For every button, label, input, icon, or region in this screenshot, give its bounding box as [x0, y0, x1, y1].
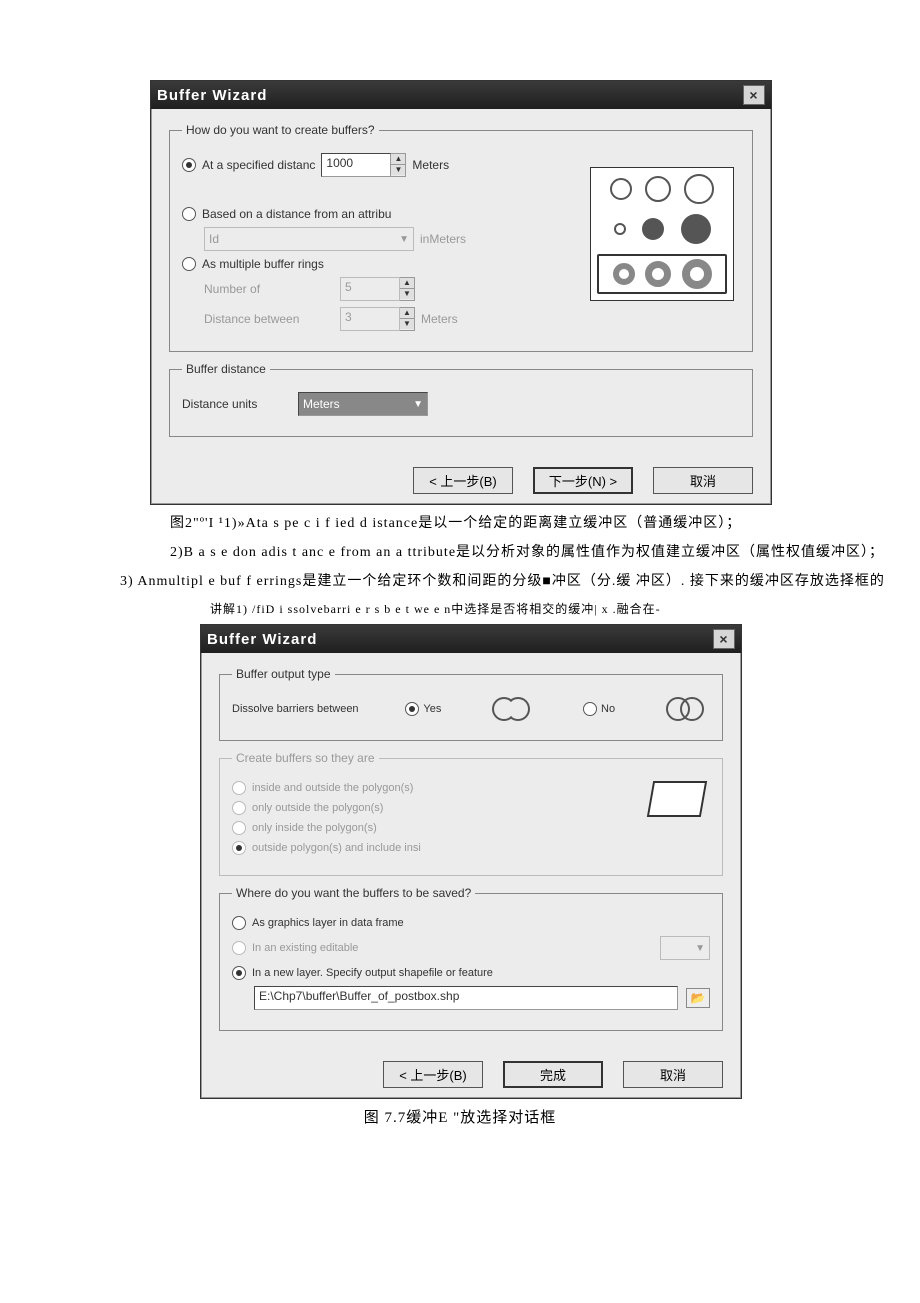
paragraph-3: 3) Anmultipl e buf f errings是建立一个给定环个数和间…	[120, 569, 900, 594]
chevron-down-icon: ▼	[695, 943, 705, 954]
close-icon[interactable]: ×	[743, 85, 765, 105]
cancel-button[interactable]: 取消	[623, 1061, 723, 1088]
existing-layer-select: ▼	[660, 936, 710, 960]
radio-dissolve-no[interactable]	[583, 702, 597, 716]
distance-units-value: Meters	[303, 397, 340, 411]
paragraph-2: 2)B a s e don adis t anc e from an a ttr…	[170, 540, 920, 565]
rings-distance-input: 3	[340, 307, 400, 331]
radio-only-inside	[232, 821, 246, 835]
option-rings-label: As multiple buffer rings	[202, 257, 324, 271]
finish-button[interactable]: 完成	[503, 1061, 603, 1088]
radio-dissolve-yes[interactable]	[405, 702, 419, 716]
attribute-unit: inMeters	[420, 232, 466, 246]
chevron-down-icon: ▼	[399, 234, 409, 245]
titlebar: Buffer Wizard ×	[201, 625, 741, 653]
dissolve-yes-illustration	[488, 697, 536, 720]
dialog-buttons: < 上一步(B) 完成 取消	[201, 1051, 741, 1098]
radio-save-newlayer[interactable]	[232, 966, 246, 980]
rings-number-label: Number of	[204, 282, 334, 296]
distance-unit-label: Meters	[412, 158, 449, 172]
radio-save-graphics[interactable]	[232, 916, 246, 930]
rings-distance-label: Distance between	[204, 312, 334, 326]
opt-inside-outside: inside and outside the polygon(s)	[252, 782, 413, 794]
paragraph-3b: 讲解1) /fiD i ssolvebarri e r s b e t we e…	[210, 599, 920, 621]
buffer-wizard-dialog-step2: Buffer Wizard × How do you want to creat…	[150, 80, 772, 505]
attribute-select: Id ▼	[204, 227, 414, 251]
spinner-buttons: ▲▼	[400, 307, 415, 331]
titlebar: Buffer Wizard ×	[151, 81, 771, 109]
distance-spinner[interactable]: 1000 ▲▼	[321, 153, 406, 177]
back-button[interactable]: < 上一步(B)	[413, 467, 513, 494]
spinner-buttons[interactable]: ▲▼	[391, 153, 406, 177]
create-so-legend: Create buffers so they are	[232, 751, 379, 765]
cancel-button[interactable]: 取消	[653, 467, 753, 494]
radio-attribute[interactable]	[182, 207, 196, 221]
buffer-distance-group: Buffer distance Distance units Meters ▼	[169, 362, 753, 437]
caption-1: 图2"º'I ¹1)»Ata s pe c i f ied d istance是…	[170, 511, 920, 536]
radio-outside-include	[232, 841, 246, 855]
dissolve-no-label: No	[601, 703, 615, 715]
create-so-group: Create buffers so they are inside and ou…	[219, 751, 723, 876]
dialog-title: Buffer Wizard	[157, 87, 267, 104]
polygon-illustration	[644, 775, 710, 826]
spinner-buttons: ▲▼	[400, 277, 415, 301]
rings-distance-spinner: 3 ▲▼	[340, 307, 415, 331]
opt-only-inside: only inside the polygon(s)	[252, 822, 377, 834]
radio-save-existing	[232, 941, 246, 955]
rings-number-spinner: 5 ▲▼	[340, 277, 415, 301]
close-icon[interactable]: ×	[713, 629, 735, 649]
radio-inside-outside	[232, 781, 246, 795]
save-where-legend: Where do you want the buffers to be save…	[232, 886, 475, 900]
dissolve-yes-label: Yes	[423, 703, 441, 715]
option-specified-label: At a specified distanc	[202, 158, 315, 172]
opt-outside-include: outside polygon(s) and include insi	[252, 842, 421, 854]
create-buffers-group: How do you want to create buffers? At a …	[169, 123, 753, 352]
caption-2: 图 7.7缓冲E "放选择对话框	[70, 1105, 850, 1132]
dissolve-no-illustration	[662, 697, 710, 720]
distance-units-label: Distance units	[182, 397, 292, 411]
next-button[interactable]: 下一步(N) >	[533, 467, 633, 494]
output-type-legend: Buffer output type	[232, 667, 335, 681]
opt-save-existing: In an existing editable	[252, 942, 358, 954]
dialog-buttons: < 上一步(B) 下一步(N) > 取消	[151, 457, 771, 504]
browse-folder-icon[interactable]: 📂	[686, 988, 710, 1008]
rings-number-input: 5	[340, 277, 400, 301]
option-attribute-label: Based on a distance from an attribu	[202, 207, 391, 221]
buffer-distance-legend: Buffer distance	[182, 362, 270, 376]
opt-save-graphics: As graphics layer in data frame	[252, 917, 404, 929]
back-button[interactable]: < 上一步(B)	[383, 1061, 483, 1088]
attribute-select-value: Id	[209, 232, 219, 246]
output-path-input[interactable]: E:\Chp7\buffer\Buffer_of_postbox.shp	[254, 986, 678, 1010]
opt-save-newlayer: In a new layer. Specify output shapefile…	[252, 967, 493, 979]
buffer-wizard-dialog-step3: Buffer Wizard × Buffer output type Disso…	[200, 624, 742, 1099]
opt-only-outside: only outside the polygon(s)	[252, 802, 383, 814]
dialog-title: Buffer Wizard	[207, 631, 317, 648]
radio-specified[interactable]	[182, 158, 196, 172]
rings-unit-label: Meters	[421, 312, 458, 326]
illustration-panel	[590, 167, 734, 301]
radio-rings[interactable]	[182, 257, 196, 271]
dissolve-label: Dissolve barriers between	[232, 703, 359, 715]
create-buffers-legend: How do you want to create buffers?	[182, 123, 379, 137]
distance-units-select[interactable]: Meters ▼	[298, 392, 428, 416]
save-where-group: Where do you want the buffers to be save…	[219, 886, 723, 1031]
radio-only-outside	[232, 801, 246, 815]
output-type-group: Buffer output type Dissolve barriers bet…	[219, 667, 723, 741]
chevron-down-icon[interactable]: ▼	[413, 399, 423, 410]
distance-input[interactable]: 1000	[321, 153, 391, 177]
